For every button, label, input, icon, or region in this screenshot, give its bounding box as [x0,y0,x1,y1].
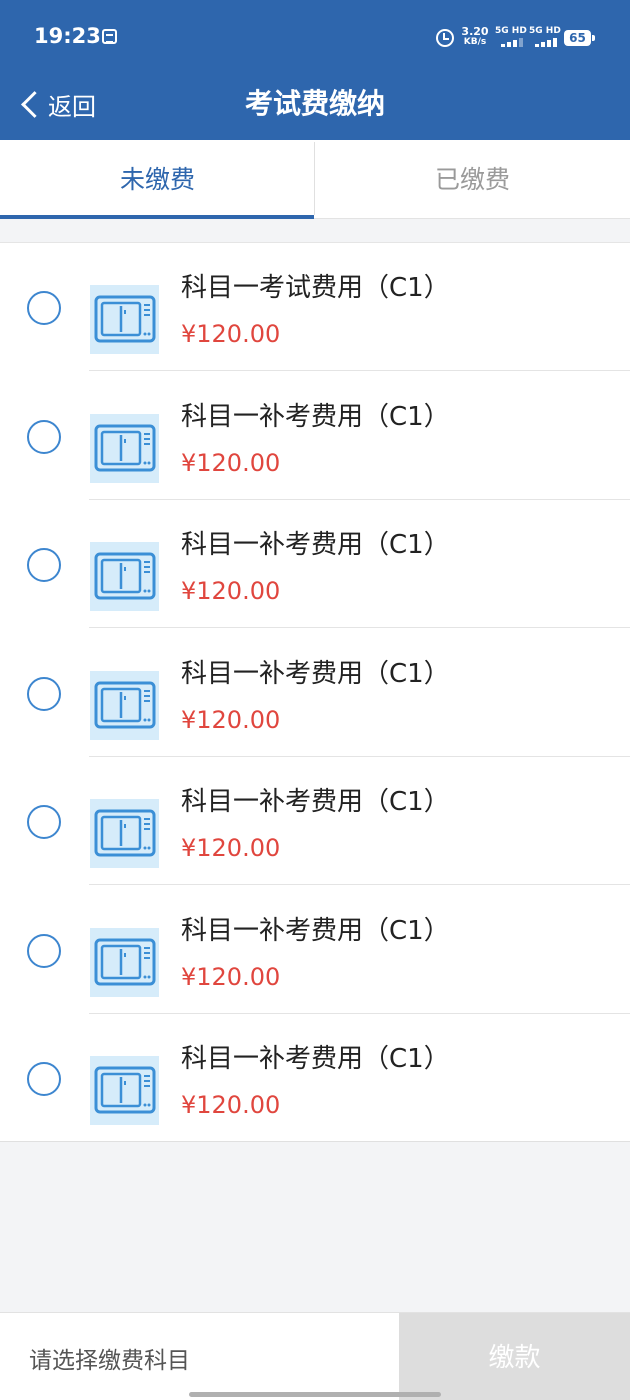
fee-list-item[interactable]: 科目一补考费用（C1） ¥120.00 [0,886,630,1014]
fee-item-name: 科目一补考费用（C1） [181,530,450,560]
network-speed: 3.20 KB/s [460,26,490,48]
select-radio[interactable] [27,548,61,582]
fee-item-name: 科目一补考费用（C1） [181,1044,450,1074]
select-radio[interactable] [27,805,61,839]
fee-item-name: 科目一补考费用（C1） [181,915,450,946]
fee-item-name: 科目一补考费用（C1） [181,658,450,689]
signal-strength-1: 5G HD [495,26,527,48]
signal-bars-icon [501,38,523,47]
status-bar: 19:23 3.20 KB/s 5G HD 5G HD 65 [0,0,630,74]
select-radio[interactable] [27,419,61,454]
fee-list-item[interactable]: 科目一考试费用（C1） ¥120.00 [0,243,630,371]
fee-item-price: ¥120.00 [181,320,281,348]
select-radio[interactable] [27,1062,61,1096]
exam-fee-icon [90,799,159,868]
exam-fee-icon [90,1056,159,1125]
battery-icon: 65 [564,30,595,46]
network-speed-unit: KB/s [463,37,487,47]
exam-fee-icon [90,285,159,354]
exam-fee-icon [90,413,159,483]
fee-item-price: ¥120.00 [181,834,281,862]
home-indicator[interactable] [189,1392,441,1397]
pay-button[interactable]: 缴款 [399,1313,630,1400]
signal-bars-icon [535,38,557,47]
fee-item-name: 科目一补考费用（C1） [181,401,450,432]
fee-item-price: ¥120.00 [181,448,281,477]
fee-item-price: ¥120.00 [181,577,281,605]
tab-paid[interactable]: 已缴费 [315,140,630,219]
signal-strength-2: 5G HD [529,26,561,48]
payment-footer: 请选择缴费科目 缴款 [0,1312,630,1400]
fee-list-item[interactable]: 科目一补考费用（C1） ¥120.00 [0,1014,630,1142]
signal-1-label: 5G HD [495,26,527,36]
active-tab-indicator [0,215,314,219]
payment-status-tabs: 未缴费 已缴费 [0,140,630,219]
fee-item-price: ¥120.00 [181,705,281,734]
select-radio[interactable] [27,291,61,325]
network-speed-value: 3.20 [461,25,489,38]
fee-item-price: ¥120.00 [181,962,281,991]
select-radio[interactable] [27,676,61,711]
fee-item-name: 科目一补考费用（C1） [181,787,450,817]
select-radio[interactable] [27,933,61,968]
fee-list-item[interactable]: 科目一补考费用（C1） ¥120.00 [0,500,630,628]
selection-hint: 请选择缴费科目 [29,1348,190,1374]
status-time: 19:23 [34,24,101,48]
alarm-icon [436,29,454,47]
fee-list-item[interactable]: 科目一补考费用（C1） ¥120.00 [0,757,630,885]
exam-fee-icon [90,927,159,997]
tab-unpaid[interactable]: 未缴费 [0,140,315,219]
page-title: 考试费缴纳 [244,87,385,120]
exam-fee-icon [90,670,159,740]
fee-item-price: ¥120.00 [181,1091,281,1119]
signal-2-label: 5G HD [529,26,561,36]
nav-bar: 返回 考试费缴纳 [0,74,630,140]
fee-item-name: 科目一考试费用（C1） [181,273,450,303]
fee-list-item[interactable]: 科目一补考费用（C1） ¥120.00 [0,629,630,757]
fee-item-list: 科目一考试费用（C1） ¥120.00 科目一补考费用（C1） ¥120.00 科目一补… [0,242,630,1142]
exam-fee-icon [90,542,159,611]
app-header: 19:23 3.20 KB/s 5G HD 5G HD 65 返回 考试费缴纳 [0,0,630,140]
sim-card-icon [102,29,117,44]
fee-list-item[interactable]: 科目一补考费用（C1） ¥120.00 [0,372,630,500]
